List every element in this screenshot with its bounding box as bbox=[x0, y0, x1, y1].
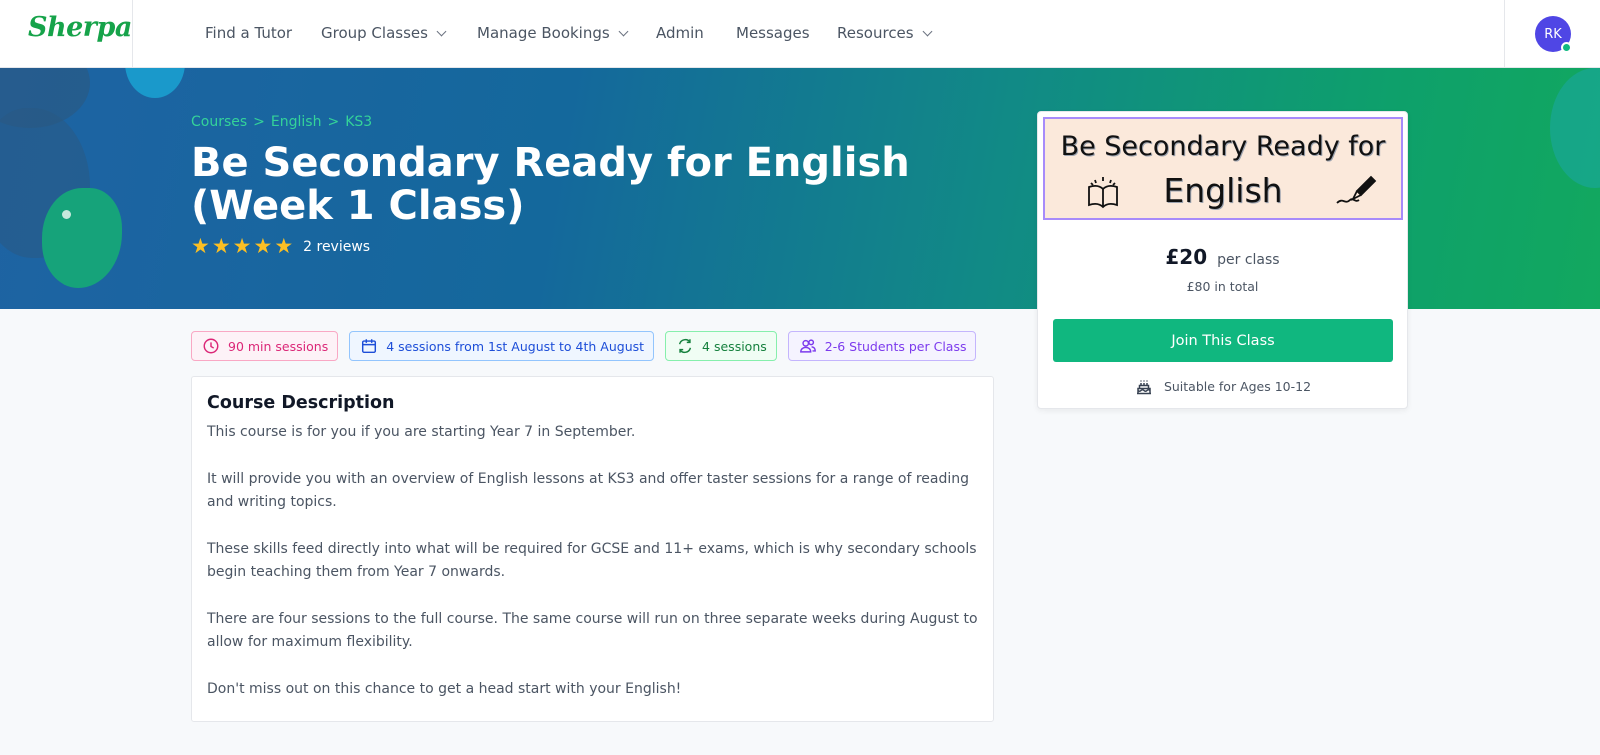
nav-group-classes-label: Group Classes bbox=[321, 24, 428, 42]
breadcrumb-english[interactable]: English bbox=[271, 114, 322, 130]
nav-resources-label: Resources bbox=[837, 24, 914, 42]
breadcrumb-ks3[interactable]: KS3 bbox=[345, 114, 372, 130]
breadcrumb: Courses > English > KS3 bbox=[191, 114, 372, 130]
user-menu-container: RK bbox=[1504, 0, 1600, 68]
clock-icon bbox=[203, 338, 219, 354]
sherpa-logo[interactable]: Sherpa bbox=[28, 12, 132, 43]
description-paragraph: There are four sessions to the full cour… bbox=[207, 610, 978, 651]
price-row: £20 per class bbox=[1038, 245, 1407, 269]
nav-messages[interactable]: Messages bbox=[736, 24, 810, 42]
star-icon: ★ bbox=[253, 234, 273, 258]
decorative-blob bbox=[62, 210, 71, 219]
course-info-tags: 90 min sessions 4 sessions from 1st Augu… bbox=[191, 331, 977, 361]
decorative-blob bbox=[1550, 68, 1600, 188]
breadcrumb-courses[interactable]: Courses bbox=[191, 114, 247, 130]
course-rating[interactable]: ★ ★ ★ ★ ★ 2 reviews bbox=[191, 236, 370, 257]
star-icon: ★ bbox=[191, 234, 210, 258]
nav-manage-bookings[interactable]: Manage Bookings bbox=[477, 24, 629, 42]
user-avatar[interactable]: RK bbox=[1535, 16, 1572, 53]
nav-manage-bookings-label: Manage Bookings bbox=[477, 24, 610, 42]
decorative-blob bbox=[42, 188, 122, 288]
logo-container: Sherpa bbox=[0, 0, 133, 68]
star-icon: ★ bbox=[232, 234, 252, 258]
open-book-icon bbox=[1088, 177, 1118, 209]
class-size-label: 2-6 Students per Class bbox=[824, 338, 967, 354]
price-unit: per class bbox=[1217, 252, 1280, 268]
description-paragraph: It will provide you with an overview of … bbox=[207, 470, 970, 511]
banner-title-line1: Be Secondary Ready for bbox=[1060, 131, 1386, 162]
session-length-tag: 90 min sessions bbox=[191, 331, 339, 361]
course-title: Be Secondary Ready for English (Week 1 C… bbox=[191, 140, 910, 229]
nav-find-a-tutor[interactable]: Find a Tutor bbox=[205, 24, 292, 42]
session-count-label: 4 sessions bbox=[702, 338, 767, 354]
refresh-icon bbox=[678, 338, 692, 354]
cake-icon bbox=[1136, 380, 1151, 395]
chevron-down-icon bbox=[618, 26, 629, 36]
online-status-dot bbox=[1561, 42, 1572, 53]
star-icon: ★ bbox=[211, 234, 231, 258]
nav-messages-label: Messages bbox=[736, 24, 810, 42]
age-suitability: Suitable for Ages 10-12 bbox=[1038, 376, 1407, 396]
nav-admin-label: Admin bbox=[656, 24, 704, 42]
pricing-card: Be Secondary Ready for English £20 per c… bbox=[1037, 111, 1408, 409]
users-icon bbox=[799, 339, 816, 353]
fountain-pen-icon bbox=[1336, 175, 1377, 204]
description-paragraph: Don't miss out on this chance to get a h… bbox=[207, 680, 682, 697]
course-banner-image: Be Secondary Ready for English bbox=[1043, 117, 1403, 220]
age-suitability-label: Suitable for Ages 10-12 bbox=[1163, 378, 1312, 394]
breadcrumb-separator: > bbox=[253, 114, 265, 130]
course-description-card: Course Description This course is for yo… bbox=[191, 376, 994, 722]
join-class-button[interactable]: Join This Class bbox=[1053, 319, 1393, 362]
top-navbar: Sherpa Find a Tutor Group Classes Manage… bbox=[0, 0, 1600, 68]
price-total: £80 in total bbox=[1186, 279, 1259, 294]
review-count[interactable]: 2 reviews bbox=[303, 239, 370, 255]
nav-find-a-tutor-label: Find a Tutor bbox=[205, 24, 293, 42]
session-count-tag: 4 sessions bbox=[665, 331, 777, 361]
course-description-heading: Course Description bbox=[207, 393, 395, 413]
decorative-blob bbox=[125, 68, 185, 98]
calendar-icon bbox=[362, 339, 377, 354]
breadcrumb-separator: > bbox=[327, 114, 340, 130]
session-length-label: 90 min sessions bbox=[228, 338, 329, 354]
price-per-class: £20 bbox=[1165, 245, 1208, 269]
schedule-label: 4 sessions from 1st August to 4th August bbox=[386, 338, 645, 354]
chevron-down-icon bbox=[922, 26, 933, 36]
schedule-tag: 4 sessions from 1st August to 4th August bbox=[349, 331, 655, 361]
class-size-tag: 2-6 Students per Class bbox=[787, 331, 977, 361]
nav-admin[interactable]: Admin bbox=[656, 24, 704, 42]
star-icon: ★ bbox=[274, 234, 294, 258]
nav-group-classes[interactable]: Group Classes bbox=[321, 24, 447, 42]
avatar-initials: RK bbox=[1544, 26, 1562, 42]
description-paragraph: This course is for you if you are starti… bbox=[207, 424, 636, 440]
nav-resources[interactable]: Resources bbox=[837, 24, 933, 42]
description-paragraph: These skills feed directly into what wil… bbox=[207, 540, 977, 581]
chevron-down-icon bbox=[436, 26, 447, 36]
